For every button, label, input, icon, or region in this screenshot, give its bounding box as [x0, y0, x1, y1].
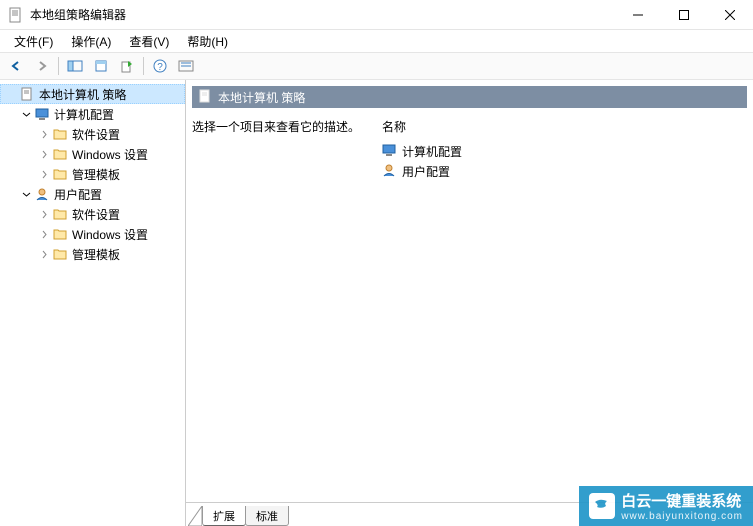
tree-label: 管理模板: [72, 246, 120, 263]
watermark-url: www.baiyunxitong.com: [621, 511, 743, 522]
tree-label: 计算机配置: [54, 106, 114, 123]
toolbar: ?: [0, 52, 753, 80]
expander-expand-icon[interactable]: [38, 168, 50, 180]
description-prompt: 选择一个项目来查看它的描述。: [192, 118, 372, 135]
folder-icon: [52, 206, 68, 222]
list-pane: 名称 计算机配置 用户配置: [382, 118, 747, 526]
tab-slant-decoration: [188, 506, 202, 526]
watermark-brand: 白云一键重装系统: [621, 490, 743, 511]
maximize-button[interactable]: [661, 0, 707, 30]
tree-label: 软件设置: [72, 206, 120, 223]
folder-icon: [52, 246, 68, 262]
content-area: 本地计算机 策略 计算机配置 软件设置 Windows 设置 管理模板 用户配置: [0, 80, 753, 526]
close-button[interactable]: [707, 0, 753, 30]
tab-standard[interactable]: 标准: [245, 506, 289, 526]
folder-icon: [52, 166, 68, 182]
tree-software-settings-1[interactable]: 软件设置: [0, 124, 185, 144]
export-button[interactable]: [115, 55, 139, 77]
expander-expand-icon[interactable]: [38, 128, 50, 140]
detail-header-title: 本地计算机 策略: [218, 89, 305, 106]
minimize-button[interactable]: [615, 0, 661, 30]
document-icon: [198, 89, 212, 106]
show-hide-tree-button[interactable]: [63, 55, 87, 77]
tree-windows-settings-1[interactable]: Windows 设置: [0, 144, 185, 164]
expander-expand-icon[interactable]: [38, 148, 50, 160]
tree-label: 管理模板: [72, 166, 120, 183]
document-icon: [19, 86, 35, 102]
computer-icon: [382, 143, 398, 159]
tree-label: Windows 设置: [72, 146, 148, 163]
expander-collapse-icon[interactable]: [20, 188, 32, 200]
menu-help[interactable]: 帮助(H): [179, 31, 236, 52]
user-icon: [382, 163, 398, 179]
tree-software-settings-2[interactable]: 软件设置: [0, 204, 185, 224]
window-title: 本地组策略编辑器: [30, 6, 615, 23]
list-item-label: 计算机配置: [402, 143, 462, 160]
tree-root-label: 本地计算机 策略: [39, 86, 126, 103]
column-header-name[interactable]: 名称: [382, 118, 747, 139]
list-item-computer-config[interactable]: 计算机配置: [382, 141, 747, 161]
help-button[interactable]: ?: [148, 55, 172, 77]
watermark-text: 白云一键重装系统 www.baiyunxitong.com: [621, 490, 743, 522]
forward-button[interactable]: [30, 55, 54, 77]
detail-body: 选择一个项目来查看它的描述。 名称 计算机配置 用户配置: [186, 108, 753, 526]
detail-header: 本地计算机 策略: [192, 86, 747, 108]
expander-expand-icon[interactable]: [38, 228, 50, 240]
filter-button[interactable]: [174, 55, 198, 77]
menubar: 文件(F) 操作(A) 查看(V) 帮助(H): [0, 30, 753, 52]
list-item-label: 用户配置: [402, 163, 450, 180]
tree-admin-templates-2[interactable]: 管理模板: [0, 244, 185, 264]
bird-icon: [589, 493, 615, 519]
toolbar-separator: [143, 57, 144, 75]
expander-collapse-icon[interactable]: [20, 108, 32, 120]
tree-panel[interactable]: 本地计算机 策略 计算机配置 软件设置 Windows 设置 管理模板 用户配置: [0, 80, 186, 526]
tree-label: Windows 设置: [72, 226, 148, 243]
menu-action[interactable]: 操作(A): [63, 31, 119, 52]
computer-icon: [34, 106, 50, 122]
expander-expand-icon[interactable]: [38, 208, 50, 220]
tree-admin-templates-1[interactable]: 管理模板: [0, 164, 185, 184]
tab-extended[interactable]: 扩展: [202, 506, 246, 526]
svg-text:?: ?: [157, 62, 163, 73]
tree-label: 用户配置: [54, 186, 102, 203]
menu-file[interactable]: 文件(F): [6, 31, 61, 52]
watermark: 白云一键重装系统 www.baiyunxitong.com: [579, 486, 753, 526]
folder-icon: [52, 226, 68, 242]
user-icon: [34, 186, 50, 202]
tree-root[interactable]: 本地计算机 策略: [0, 84, 185, 104]
app-icon: [8, 7, 24, 23]
titlebar: 本地组策略编辑器: [0, 0, 753, 30]
detail-panel: 本地计算机 策略 选择一个项目来查看它的描述。 名称 计算机配置 用户配置 扩展: [186, 80, 753, 526]
menu-view[interactable]: 查看(V): [121, 31, 177, 52]
folder-icon: [52, 146, 68, 162]
tree-windows-settings-2[interactable]: Windows 设置: [0, 224, 185, 244]
description-pane: 选择一个项目来查看它的描述。: [192, 118, 382, 526]
tree-computer-config[interactable]: 计算机配置: [0, 104, 185, 124]
expander-expand-icon[interactable]: [38, 248, 50, 260]
tree-user-config[interactable]: 用户配置: [0, 184, 185, 204]
toolbar-separator: [58, 57, 59, 75]
list-item-user-config[interactable]: 用户配置: [382, 161, 747, 181]
window-controls: [615, 0, 753, 30]
properties-button[interactable]: [89, 55, 113, 77]
folder-icon: [52, 126, 68, 142]
tree-label: 软件设置: [72, 126, 120, 143]
back-button[interactable]: [4, 55, 28, 77]
